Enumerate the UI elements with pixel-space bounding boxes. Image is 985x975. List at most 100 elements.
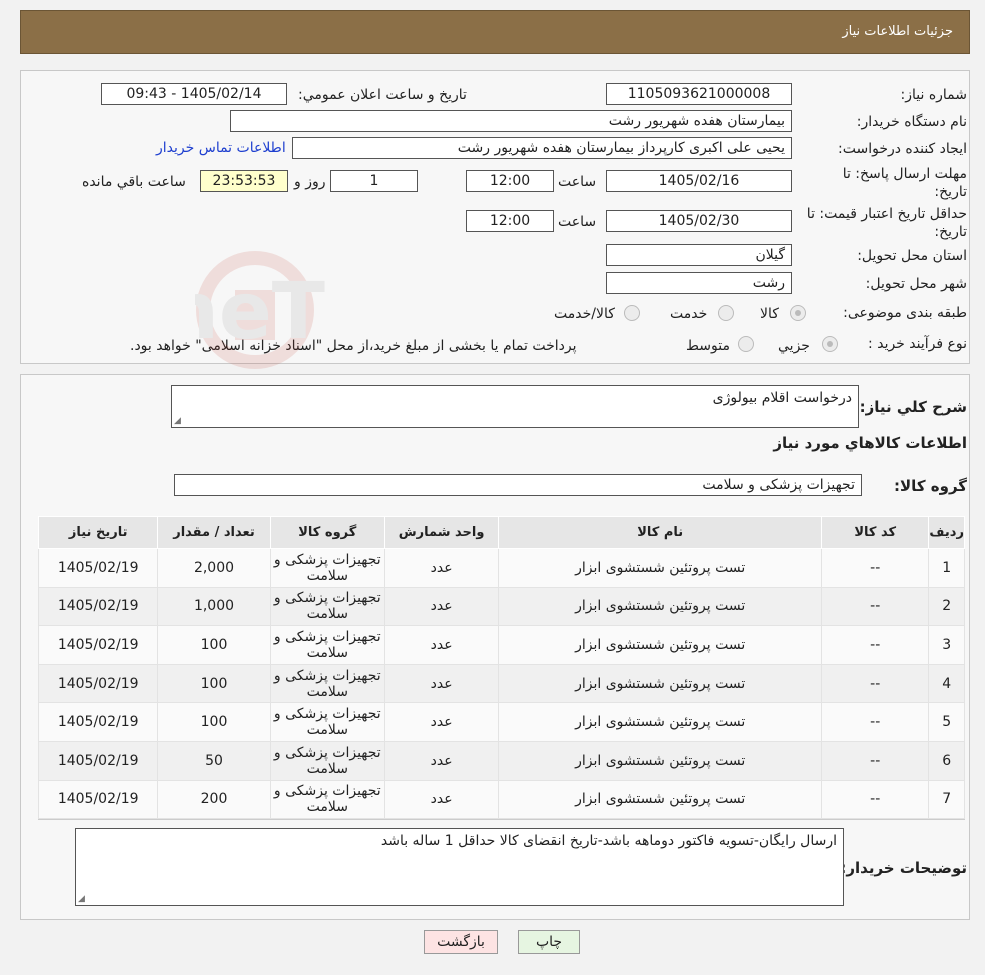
goods-name-cell: تست پروتئین شستشوی ابزار <box>498 740 823 781</box>
goods-group-cell: تجهیزات پزشکی و سلامت <box>269 740 385 781</box>
deadline-label-date: تاریخ: <box>934 184 967 200</box>
goods-code-cell: -- <box>821 663 930 704</box>
process-label: نوع فرآیند خرید : <box>868 336 967 352</box>
creator-label: ایجاد کننده درخواست: <box>838 141 967 157</box>
goods-group-cell: تجهیزات پزشکی و سلامت <box>269 548 385 588</box>
need-number-field: 1105093621000008 <box>606 83 792 105</box>
items-table: رديف کد کالا نام کالا واحد شمارش گروه کا… <box>37 516 965 820</box>
need-date-cell: 1405/02/19 <box>37 548 159 588</box>
validity-label-date: تاریخ: <box>934 224 967 240</box>
resize-grip-icon[interactable]: ◢ <box>78 894 85 904</box>
buyer-label: نام دستگاه خريدار: <box>856 114 967 130</box>
process-radio-medium[interactable] <box>738 336 754 352</box>
goods-code-cell: -- <box>821 625 930 665</box>
row-number-cell: 2 <box>928 586 965 627</box>
goods-group-cell: تجهیزات پزشکی و سلامت <box>269 586 385 627</box>
city-field: رشت <box>606 272 792 294</box>
table-row: 2 -- تست پروتئین شستشوی ابزار عدد تجهیزات پز… <box>37 586 965 627</box>
buyer-field: بیمارستان هفده شهریور رشت <box>230 110 792 132</box>
goods-info-title: اطلاعات کالاهاي مورد نياز <box>773 434 967 452</box>
summary-field: درخواست اقلام بیولوژی ◢ <box>171 385 859 428</box>
remaining-time-field: 23:53:53 <box>200 170 288 192</box>
goods-code-cell: -- <box>821 586 930 627</box>
table-row: 4 -- تست پروتئین شستشوی ابزار عدد تجهیزات پز… <box>37 663 965 704</box>
category-label: طبقه بندی موضوعی: <box>843 305 967 321</box>
category-radio-service[interactable] <box>718 305 734 321</box>
quantity-cell: 100 <box>157 663 271 704</box>
row-number-cell: 1 <box>928 548 965 588</box>
unit-cell: عدد <box>383 625 500 665</box>
days-label: روز و <box>294 174 326 190</box>
buyer-notes-label: توضیحات خریدار: <box>840 859 967 877</box>
table-row: 1 -- تست پروتئین شستشوی ابزار عدد تجهیزات پز… <box>37 548 965 588</box>
province-field: گیلان <box>606 244 792 266</box>
need-date-cell: 1405/02/19 <box>37 625 159 665</box>
summary-value: درخواست اقلام بیولوژی <box>712 390 852 406</box>
unit-cell: عدد <box>383 740 500 781</box>
goods-name-cell: تست پروتئین شستشوی ابزار <box>498 548 823 588</box>
process-note: پرداخت تمام یا بخشی از مبلغ خرید،از محل … <box>130 338 577 354</box>
goods-code-cell: -- <box>821 548 930 588</box>
row-number-cell: 5 <box>928 702 965 742</box>
resize-grip-icon[interactable]: ◢ <box>174 416 181 426</box>
announce-label: تاريخ و ساعت اعلان عمومي: <box>298 87 467 103</box>
validity-time-field: 12:00 <box>466 210 554 232</box>
goods-group-cell: تجهیزات پزشکی و سلامت <box>269 663 385 704</box>
creator-field: یحیی علی اکبری کارپرداز بیمارستان هفده ش… <box>292 137 792 159</box>
category-option-service: خدمت <box>670 306 708 322</box>
remaining-label: ساعت باقي مانده <box>82 174 186 190</box>
col-header-unit: واحد شمارش <box>383 516 500 549</box>
city-label: شهر محل تحویل: <box>865 276 967 292</box>
unit-cell: عدد <box>383 586 500 627</box>
need-date-cell: 1405/02/19 <box>37 663 159 704</box>
quantity-cell: 2,000 <box>157 548 271 588</box>
row-number-cell: 3 <box>928 625 965 665</box>
goods-group-label: گروه کالا: <box>894 477 967 495</box>
category-radio-goods-service[interactable] <box>624 305 640 321</box>
summary-label: شرح كلي نياز: <box>859 398 967 416</box>
need-date-cell: 1405/02/19 <box>37 586 159 627</box>
province-label: استان محل تحویل: <box>857 248 967 264</box>
goods-name-cell: تست پروتئین شستشوی ابزار <box>498 779 823 820</box>
quantity-cell: 200 <box>157 779 271 820</box>
goods-code-cell: -- <box>821 740 930 781</box>
buyer-notes-field: ارسال رایگان-تسویه فاکتور دوماهه باشد-تا… <box>75 828 844 906</box>
validity-date-field: 1405/02/30 <box>606 210 792 232</box>
process-radio-minor[interactable] <box>822 336 838 352</box>
buyer-contact-link[interactable]: اطلاعات تماس خریدار <box>156 140 286 156</box>
back-button[interactable]: بازگشت <box>424 930 498 954</box>
need-date-cell: 1405/02/19 <box>37 702 159 742</box>
need-date-cell: 1405/02/19 <box>37 779 159 820</box>
deadline-time-label: ساعت <box>558 174 597 190</box>
process-option-medium: متوسط <box>686 338 730 354</box>
goods-name-cell: تست پروتئین شستشوی ابزار <box>498 586 823 627</box>
col-header-quantity: تعداد / مقدار <box>157 516 271 549</box>
days-field: 1 <box>330 170 418 192</box>
category-option-goods: کالا <box>760 306 779 322</box>
unit-cell: عدد <box>383 548 500 588</box>
col-header-need-date: تاریخ نیاز <box>37 516 159 549</box>
table-row: 3 -- تست پروتئین شستشوی ابزار عدد تجهیزات پز… <box>37 625 965 665</box>
goods-group-cell: تجهیزات پزشکی و سلامت <box>269 779 385 820</box>
goods-code-cell: -- <box>821 779 930 820</box>
quantity-cell: 100 <box>157 625 271 665</box>
unit-cell: عدد <box>383 663 500 704</box>
need-number-label: شماره نیاز: <box>900 87 968 103</box>
validity-time-label: ساعت <box>558 214 597 230</box>
col-header-goods-code: کد کالا <box>821 516 930 549</box>
unit-cell: عدد <box>383 702 500 742</box>
quantity-cell: 100 <box>157 702 271 742</box>
col-header-goods-group: گروه کالا <box>269 516 385 549</box>
goods-code-cell: -- <box>821 702 930 742</box>
page-title: جزئیات اطلاعات نیاز <box>842 24 953 39</box>
category-option-goods-service: کالا/خدمت <box>554 306 615 322</box>
quantity-cell: 50 <box>157 740 271 781</box>
deadline-time-field: 12:00 <box>466 170 554 192</box>
print-button[interactable]: چاپ <box>518 930 580 954</box>
row-number-cell: 6 <box>928 740 965 781</box>
deadline-label: مهلت ارسال پاسخ: تا <box>842 166 967 182</box>
category-radio-goods[interactable] <box>790 305 806 321</box>
validity-label: حداقل تاریخ اعتبار قیمت: تا <box>806 206 967 222</box>
col-header-goods-name: نام کالا <box>498 516 823 549</box>
table-header-row: رديف کد کالا نام کالا واحد شمارش گروه کا… <box>37 516 965 549</box>
